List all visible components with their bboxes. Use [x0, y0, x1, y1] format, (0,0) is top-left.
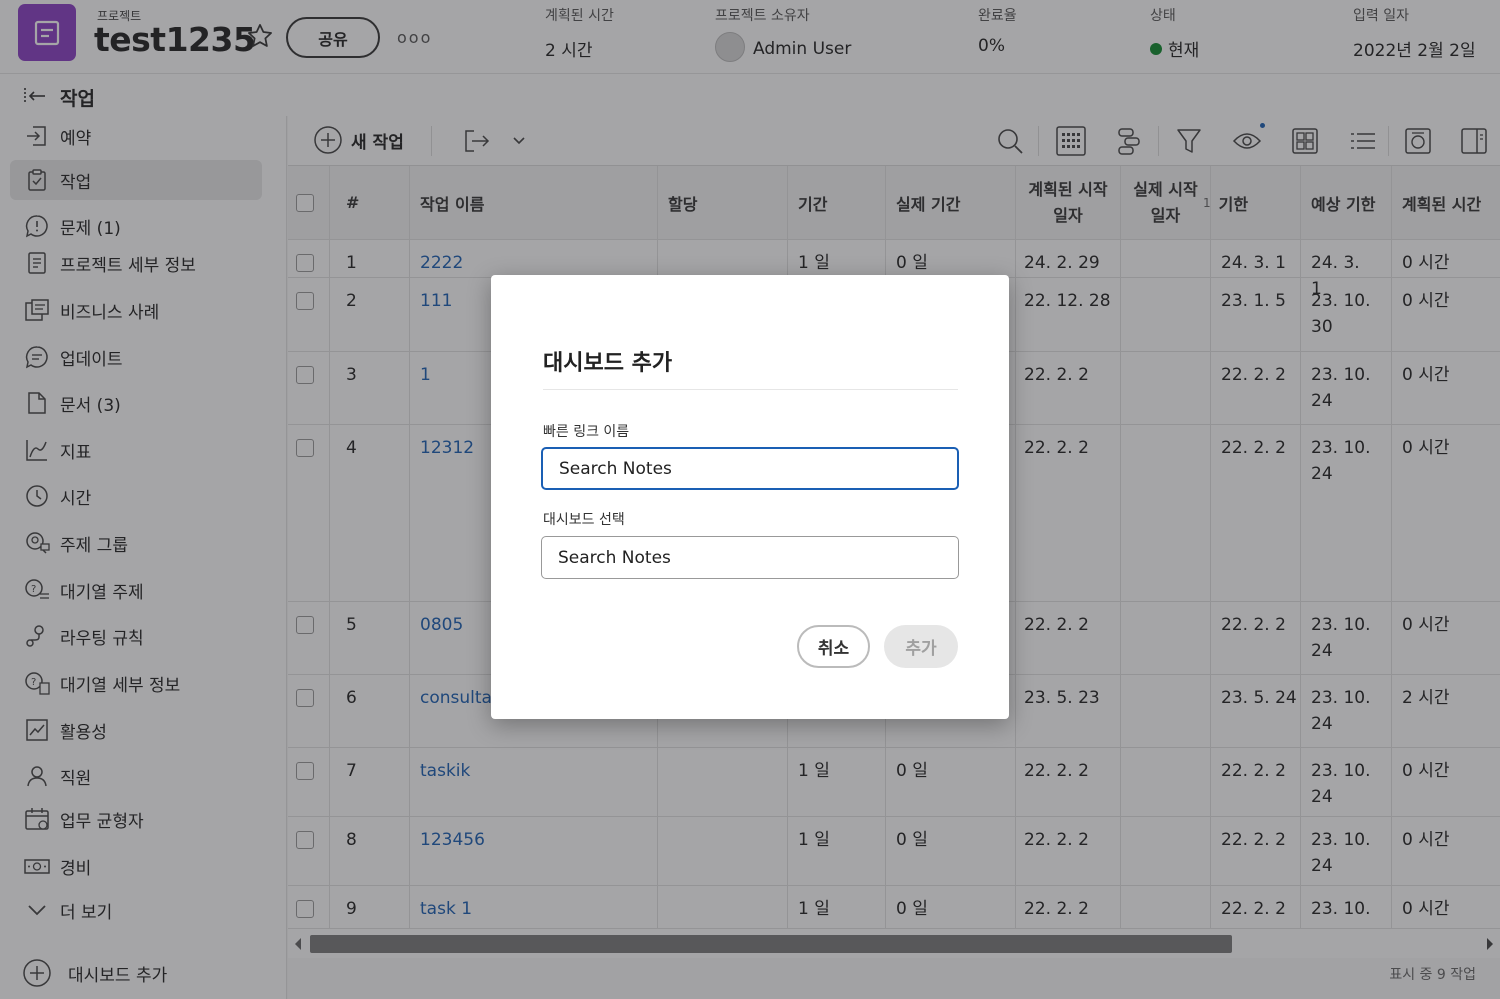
dashboard-select-input[interactable]: Search Notes [541, 536, 959, 579]
dialog-title: 대시보드 추가 [543, 351, 673, 376]
quick-link-name-input[interactable]: Search Notes [541, 447, 959, 490]
dashboard-select-label: 대시보드 선택 [543, 512, 625, 528]
quick-link-name-label: 빠른 링크 이름 [543, 424, 630, 440]
add-button[interactable]: 추가 [884, 625, 958, 668]
cancel-button[interactable]: 취소 [797, 625, 870, 668]
dialog-divider [543, 389, 958, 390]
add-dashboard-dialog: 대시보드 추가 빠른 링크 이름 Search Notes 대시보드 선택 Se… [491, 275, 1009, 719]
